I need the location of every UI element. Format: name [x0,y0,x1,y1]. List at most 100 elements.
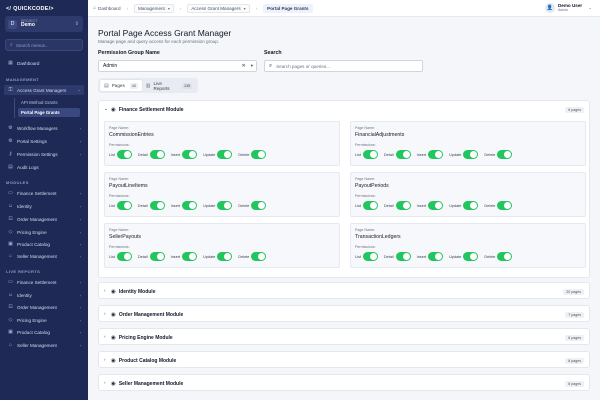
permission-label: List [355,203,361,208]
permission-insert: Insert [417,201,444,210]
toggle-knob [224,151,232,158]
permission-label: Delete [484,254,496,259]
sidebar-item-access-grant-managers[interactable]: ⚿ Access Grant Managers ⌄ [4,85,84,95]
chevron-updown-icon: ⇕ [74,21,79,27]
user-menu[interactable]: 👤 Demo User Admin ⌄ [544,3,592,13]
chevron-down-icon[interactable]: ▾ [251,63,253,69]
permission-toggle[interactable] [428,252,444,261]
sidebar-module-seller-management[interactable]: ⌂ Seller Management › [4,251,84,261]
sidebar-item-audit-logs[interactable]: ▤ Audit Logs [4,162,84,172]
permission-list: List [109,252,132,261]
breadcrumb-dashboard[interactable]: ⌂ Dashboard [93,5,121,11]
tab-label: Pages [111,83,125,88]
permission-toggle[interactable] [217,150,233,159]
permission-toggle[interactable] [217,252,233,261]
permission-toggle[interactable] [182,252,198,261]
permission-toggle[interactable] [217,201,233,210]
module-name: Finance Settlement Module [118,106,184,113]
sidebar-report-identity[interactable]: ☺ Identity › [4,290,84,300]
permission-toggle[interactable] [463,252,479,261]
sidebar-module-finance-settlement[interactable]: ▭ Finance Settlement › [4,188,84,198]
sidebar-module-product-catalog[interactable]: ▣ Product Catalog › [4,239,84,249]
clear-icon[interactable]: ✕ [242,63,246,69]
page-name: SellerPayouts [109,234,142,240]
permission-toggle[interactable] [463,150,479,159]
permission-toggle[interactable] [497,201,513,210]
permission-toggle[interactable] [149,201,165,210]
sidebar-report-finance-settlement[interactable]: ▭ Finance Settlement › [4,277,84,287]
module-header[interactable]: › ◉ Identity Module 20 pages [99,283,589,300]
sidebar-item-portal-settings[interactable]: ⚙ Portal Settings › [4,136,84,146]
sidebar-report-product-catalog[interactable]: ▣ Product Catalog › [4,327,84,337]
search-input[interactable]: ⌕ Search pages or queries... [264,60,423,72]
sidebar-module-pricing-engine[interactable]: ◇ Pricing Engine › [4,227,84,237]
permission-toggle[interactable] [251,201,267,210]
sidebar-report-pricing-engine[interactable]: ◇ Pricing Engine › [4,315,84,325]
permission-label: Delete [238,254,250,259]
permission-toggle[interactable] [116,201,132,210]
permission-toggle[interactable] [428,150,444,159]
chevron-right-icon: › [104,289,106,294]
permission-toggle[interactable] [362,201,378,210]
module-header[interactable]: › ◉ Order Management Module 7 pages [99,306,589,323]
chevron-right-icon: › [79,329,82,335]
toggle-knob [156,253,164,260]
permission-toggles: List Detail Insert Update Delete [355,201,518,210]
permission-toggle[interactable] [362,150,378,159]
sidebar-item-permission-settings[interactable]: ⚷ Permission Settings › [4,149,84,159]
permission-toggle[interactable] [182,201,198,210]
sidebar-search-input[interactable]: ⌕ Search menus... [5,39,83,51]
permission-label: Delete [484,152,496,157]
permission-toggle[interactable] [182,150,198,159]
logo-bracket-icon: /> [48,6,54,12]
breadcrumb-access-grant-managers[interactable]: Access Grant Managers ▾ [187,3,250,13]
sidebar-item-dashboard[interactable]: ▦ Dashboard [4,58,84,68]
sidebar-report-seller-management[interactable]: ⌂ Seller Management › [4,340,84,350]
permission-update: Update [449,252,479,261]
tag-icon: ◇ [8,317,13,323]
sidebar-item-label: Permission Settings [17,151,58,157]
sidebar-subitem-portal-page-grants[interactable]: Portal Page Grants [18,108,80,117]
module-header[interactable]: › ◉ Seller Management Module 6 pages [99,375,589,392]
sidebar-item-workflow-managers[interactable]: ⚙ Workflow Managers › [4,123,84,133]
toggle-knob [189,151,197,158]
lock-icon: ⚷ [8,151,13,157]
permission-toggle[interactable] [362,252,378,261]
permission-toggle[interactable] [395,150,411,159]
home-icon: ⌂ [93,5,97,11]
permission-label: Delete [238,152,250,157]
sidebar-module-identity[interactable]: ☺ Identity › [4,201,84,211]
permission-toggle[interactable] [251,252,267,261]
module-header[interactable]: › ◉ Product Catalog Module 8 pages [99,352,589,369]
permission-toggle[interactable] [149,150,165,159]
permission-toggle[interactable] [116,150,132,159]
store-icon: ⌂ [8,253,13,259]
permission-delete: Delete [484,201,513,210]
sidebar-item-label: Seller Management [17,253,57,259]
permission-toggle[interactable] [497,150,513,159]
chevron-right-icon: › [104,358,106,363]
chevron-right-icon: › [79,229,82,235]
module-header[interactable]: › ◉ Pricing Engine Module 6 pages [99,329,589,346]
permission-list: List [355,252,378,261]
tab-live-reports[interactable]: ▥ Live Reports 135 [142,80,196,91]
project-switcher[interactable]: D PROJECT Demo ⇕ [5,16,83,32]
sidebar-subitem-api-method-grants[interactable]: API Method Grants [18,98,80,107]
tag-icon: ◇ [8,229,13,235]
permission-toggle[interactable] [395,252,411,261]
module-header[interactable]: ⌄ ◉ Finance Settlement Module 6 pages [99,101,589,118]
permission-toggle[interactable] [497,252,513,261]
tab-pages[interactable]: ▤ Pages 43 [100,80,142,91]
permission-toggle[interactable] [149,252,165,261]
breadcrumb-management[interactable]: Management ▾ [134,3,174,13]
permission-toggle[interactable] [116,252,132,261]
sidebar-module-order-management[interactable]: ⊡ Order Management › [4,214,84,224]
permission-toggle[interactable] [251,150,267,159]
sidebar-report-order-management[interactable]: ⊡ Order Management › [4,302,84,312]
permission-toggle[interactable] [463,201,479,210]
permission-toggle[interactable] [395,201,411,210]
permission-toggle[interactable] [428,201,444,210]
permission-group-select[interactable]: Admin ✕ ▾ [98,60,257,72]
app-logo[interactable]: </ QUICKCODE /> [6,5,72,13]
chevron-right-icon: › [79,151,82,157]
